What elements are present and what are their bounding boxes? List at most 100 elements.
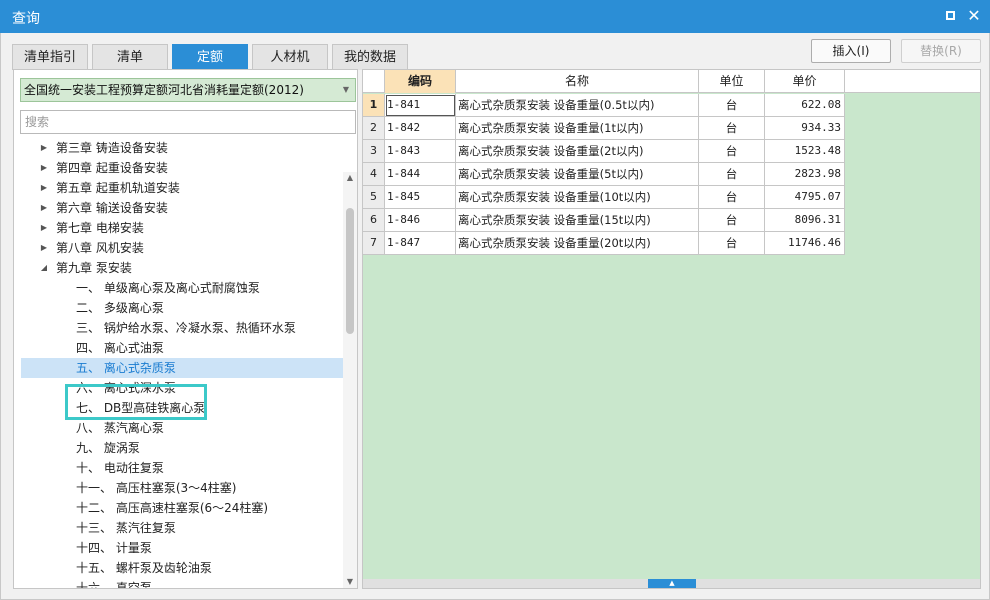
row-index[interactable]: 3 xyxy=(363,140,385,163)
cell-price[interactable]: 11746.46 xyxy=(765,232,845,255)
cell-name[interactable]: 离心式杂质泵安装 设备重量(15t以内) xyxy=(456,209,699,232)
expand-arrow-icon[interactable]: ▶ xyxy=(39,218,49,238)
tree-item[interactable]: 十一、 高压柱塞泵(3～4柱塞) xyxy=(21,478,343,498)
tab-labor-material-machine[interactable]: 人材机 xyxy=(252,44,328,70)
cell-code[interactable]: 1-846 xyxy=(385,209,456,232)
tree-item[interactable]: 十六、 真空泵 xyxy=(21,578,343,588)
tree-item-label: 第八章 风机安装 xyxy=(56,241,144,255)
tree-item[interactable]: ▶ 第六章 输送设备安装 xyxy=(21,198,343,218)
tree-item[interactable]: 二、 多级离心泵 xyxy=(21,298,343,318)
tree-item[interactable]: ▶ 第八章 风机安装 xyxy=(21,238,343,258)
cell-price[interactable]: 934.33 xyxy=(765,117,845,140)
tree-scrollbar[interactable]: ▲ ▼ xyxy=(343,172,357,588)
table-row[interactable]: 5 1-845 离心式杂质泵安装 设备重量(10t以内) 台 4795.07 xyxy=(363,186,845,209)
tree-item[interactable]: 八、 蒸汽离心泵 xyxy=(21,418,343,438)
row-index[interactable]: 5 xyxy=(363,186,385,209)
table-row[interactable]: 7 1-847 离心式杂质泵安装 设备重量(20t以内) 台 11746.46 xyxy=(363,232,845,255)
quota-db-select[interactable]: 全国统一安装工程预算定额河北省消耗量定额(2012) ▼ xyxy=(20,78,356,102)
cell-name[interactable]: 离心式杂质泵安装 设备重量(2t以内) xyxy=(456,140,699,163)
cell-code[interactable]: 1-845 xyxy=(385,186,456,209)
tree-item-label: 二、 多级离心泵 xyxy=(76,301,164,315)
table-row[interactable]: 2 1-842 离心式杂质泵安装 设备重量(1t以内) 台 934.33 xyxy=(363,117,845,140)
cell-code[interactable]: 1-843 xyxy=(385,140,456,163)
cell-unit[interactable]: 台 xyxy=(699,186,765,209)
row-index[interactable]: 4 xyxy=(363,163,385,186)
expand-arrow-icon[interactable]: ▶ xyxy=(39,178,49,198)
table-row[interactable]: 6 1-846 离心式杂质泵安装 设备重量(15t以内) 台 8096.31 xyxy=(363,209,845,232)
tree-item[interactable]: ▶ 第三章 铸造设备安装 xyxy=(21,138,343,158)
expand-arrow-icon[interactable]: ▶ xyxy=(39,238,49,258)
cell-name[interactable]: 离心式杂质泵安装 设备重量(1t以内) xyxy=(456,117,699,140)
cell-code[interactable]: 1-841 xyxy=(385,94,456,117)
table-row[interactable]: 3 1-843 离心式杂质泵安装 设备重量(2t以内) 台 1523.48 xyxy=(363,140,845,163)
tree-item[interactable]: 一、 单级离心泵及离心式耐腐蚀泵 xyxy=(21,278,343,298)
cell-unit[interactable]: 台 xyxy=(699,140,765,163)
expand-arrow-icon[interactable]: ▶ xyxy=(39,198,49,218)
tree-item[interactable]: ▶ 第四章 起重设备安装 xyxy=(21,158,343,178)
cell-unit[interactable]: 台 xyxy=(699,117,765,140)
tree-item[interactable]: ▶ 第七章 电梯安装 xyxy=(21,218,343,238)
column-header-name[interactable]: 名称 xyxy=(456,70,699,93)
cell-name[interactable]: 离心式杂质泵安装 设备重量(20t以内) xyxy=(456,232,699,255)
row-index[interactable]: 2 xyxy=(363,117,385,140)
tab-list-guide[interactable]: 清单指引 xyxy=(12,44,88,70)
column-header-code[interactable]: 编码 xyxy=(385,70,456,93)
cell-unit[interactable]: 台 xyxy=(699,163,765,186)
cell-name[interactable]: 离心式杂质泵安装 设备重量(5t以内) xyxy=(456,163,699,186)
close-icon[interactable]: ✕ xyxy=(966,8,982,24)
tree-item[interactable]: 九、 旋涡泵 xyxy=(21,438,343,458)
cell-name[interactable]: 离心式杂质泵安装 设备重量(10t以内) xyxy=(456,186,699,209)
expand-arrow-icon[interactable]: ▶ xyxy=(39,138,49,158)
expand-arrow-icon[interactable]: ▶ xyxy=(39,158,49,178)
tree-item[interactable]: 三、 锅炉给水泵、冷凝水泵、热循环水泵 xyxy=(21,318,343,338)
tree-item-label: 十二、 高压高速柱塞泵(6～24柱塞) xyxy=(76,501,269,515)
table-row[interactable]: 1 1-841 离心式杂质泵安装 设备重量(0.5t以内) 台 622.08 xyxy=(363,94,845,117)
tree-item[interactable]: ▶ 第五章 起重机轨道安装 xyxy=(21,178,343,198)
collapse-arrow-icon[interactable]: ◢ xyxy=(39,258,49,278)
tree-item[interactable]: ◢ 第九章 泵安装 xyxy=(21,258,343,278)
grid-horizontal-scrollbar[interactable]: ▲ xyxy=(363,579,980,588)
replace-button[interactable]: 替换(R) xyxy=(901,39,981,63)
cell-price[interactable]: 622.08 xyxy=(765,94,845,117)
cell-price[interactable]: 8096.31 xyxy=(765,209,845,232)
column-header-price[interactable]: 单价 xyxy=(765,70,845,93)
chapter-tree: ▶ 第三章 铸造设备安装 ▶ 第四章 起重设备安装 ▶ 第五章 起重机轨道安装 ▶ 第六章 输… xyxy=(21,138,343,588)
scroll-handle-icon[interactable]: ▲ xyxy=(648,579,696,588)
tree-item-label: 四、 离心式油泵 xyxy=(76,341,164,355)
tab-my-data[interactable]: 我的数据 xyxy=(332,44,408,70)
row-index[interactable]: 1 xyxy=(363,94,385,117)
tree-item-label: 三、 锅炉给水泵、冷凝水泵、热循环水泵 xyxy=(76,321,296,335)
cell-price[interactable]: 2823.98 xyxy=(765,163,845,186)
scroll-up-icon[interactable]: ▲ xyxy=(343,172,357,184)
cell-code[interactable]: 1-847 xyxy=(385,232,456,255)
row-index[interactable]: 7 xyxy=(363,232,385,255)
cell-price[interactable]: 4795.07 xyxy=(765,186,845,209)
cell-price[interactable]: 1523.48 xyxy=(765,140,845,163)
cell-unit[interactable]: 台 xyxy=(699,209,765,232)
row-index[interactable]: 6 xyxy=(363,209,385,232)
tree-item[interactable]: 十五、 螺杆泵及齿轮油泵 xyxy=(21,558,343,578)
grid-corner xyxy=(363,70,385,93)
table-row[interactable]: 4 1-844 离心式杂质泵安装 设备重量(5t以内) 台 2823.98 xyxy=(363,163,845,186)
tree-item-label: 八、 蒸汽离心泵 xyxy=(76,421,164,435)
scroll-down-icon[interactable]: ▼ xyxy=(343,576,357,588)
tree-item[interactable]: 十二、 高压高速柱塞泵(6～24柱塞) xyxy=(21,498,343,518)
scrollbar-thumb[interactable] xyxy=(346,208,354,334)
column-header-unit[interactable]: 单位 xyxy=(699,70,765,93)
tree-item[interactable]: 十三、 蒸汽往复泵 xyxy=(21,518,343,538)
cell-unit[interactable]: 台 xyxy=(699,232,765,255)
tree-item[interactable]: 十四、 计量泵 xyxy=(21,538,343,558)
insert-button[interactable]: 插入(I) xyxy=(811,39,891,63)
quota-tree-panel: 全国统一安装工程预算定额河北省消耗量定额(2012) ▼ ▶ 第三章 铸造设备安装… xyxy=(13,69,358,589)
tree-item[interactable]: 十、 电动往复泵 xyxy=(21,458,343,478)
tree-item[interactable]: 四、 离心式油泵 xyxy=(21,338,343,358)
tab-list[interactable]: 清单 xyxy=(92,44,168,70)
cell-unit[interactable]: 台 xyxy=(699,94,765,117)
cell-name[interactable]: 离心式杂质泵安装 设备重量(0.5t以内) xyxy=(456,94,699,117)
cell-code[interactable]: 1-844 xyxy=(385,163,456,186)
search-input[interactable] xyxy=(20,110,356,134)
tree-item[interactable]: 五、 离心式杂质泵 xyxy=(21,358,343,378)
maximize-icon[interactable] xyxy=(942,8,958,24)
cell-code[interactable]: 1-842 xyxy=(385,117,456,140)
tab-quota[interactable]: 定额 xyxy=(172,44,248,70)
